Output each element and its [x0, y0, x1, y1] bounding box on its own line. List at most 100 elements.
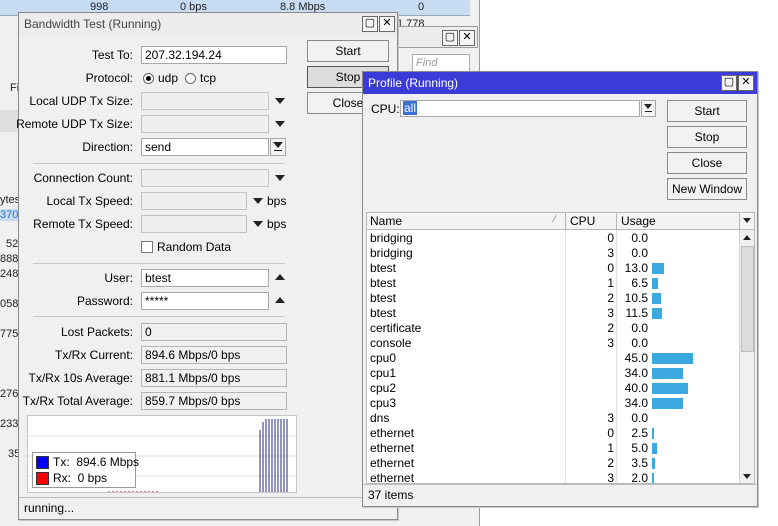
password-label: Password:	[76, 294, 133, 308]
table-scrollbar[interactable]	[739, 230, 754, 483]
user-input[interactable]: btest	[141, 269, 269, 287]
tx-rx-10s-avg-value: 881.1 Mbps/0 bps	[141, 369, 287, 387]
table-header: Name ⁄ CPU Usage	[367, 213, 739, 230]
cell-cpu: 3	[607, 471, 614, 484]
table-row[interactable]: btest 3 11.5	[367, 306, 739, 321]
bandwidth-graph: Tx: 894.6 Mbps Rx: 0 bps	[27, 415, 297, 493]
new-window-button[interactable]: New Window	[667, 178, 747, 200]
protocol-tcp-radio[interactable]	[185, 73, 196, 84]
scroll-up-icon[interactable]	[743, 235, 751, 240]
cell-usage: 13.0	[624, 261, 648, 275]
cell-usage: 0.0	[631, 246, 648, 260]
table-row[interactable]: bridging 3 0.0	[367, 246, 739, 261]
remote-tx-speed-label: Remote Tx Speed:	[33, 217, 133, 231]
cpu-select[interactable]: all	[400, 100, 640, 117]
cell-name: dns	[370, 411, 390, 425]
local-tx-speed-dropdown-icon[interactable]	[253, 198, 263, 204]
table-row[interactable]: cpu0 45.0	[367, 351, 739, 366]
column-divider[interactable]	[565, 213, 566, 229]
column-header-usage[interactable]: Usage	[618, 214, 656, 228]
connection-count-input[interactable]	[141, 169, 269, 187]
remote-tx-speed-dropdown-icon[interactable]	[253, 221, 263, 227]
usage-bar	[652, 383, 688, 394]
table-row[interactable]: dns 3 0.0	[367, 411, 739, 426]
bg-find-input[interactable]: Find	[412, 54, 470, 72]
cell-cpu: 3	[607, 246, 614, 260]
table-row[interactable]: cpu1 34.0	[367, 366, 739, 381]
table-row[interactable]: ethernet 3 2.0	[367, 471, 739, 484]
local-tx-speed-input[interactable]	[141, 192, 247, 210]
table-row[interactable]: btest 1 6.5	[367, 276, 739, 291]
column-header-cpu[interactable]: CPU	[567, 214, 595, 228]
table-row[interactable]: btest 0 13.0	[367, 261, 739, 276]
close-window-button[interactable]: ✕	[379, 16, 395, 32]
bandwidth-test-titlebar[interactable]: Bandwidth Test (Running) ▢ ✕	[19, 13, 397, 35]
protocol-udp-radio[interactable]	[143, 73, 154, 84]
table-row[interactable]: console 3 0.0	[367, 336, 739, 351]
lost-packets-label: Lost Packets:	[60, 325, 133, 339]
cell-name: ethernet	[370, 426, 415, 440]
direction-select[interactable]: send	[141, 138, 269, 156]
rx-legend-swatch	[36, 472, 49, 485]
local-udp-dropdown-icon[interactable]	[275, 98, 285, 104]
scrollbar-thumb[interactable]	[741, 246, 754, 352]
remote-udp-dropdown-icon[interactable]	[275, 121, 285, 127]
scroll-down-icon[interactable]	[743, 474, 751, 479]
usage-bar	[652, 428, 654, 439]
cell-cpu: 2	[607, 456, 614, 470]
cell-usage: 5.0	[631, 441, 648, 455]
table-row[interactable]: certificate 2 0.0	[367, 321, 739, 336]
random-data-checkbox[interactable]	[141, 241, 153, 253]
profile-titlebar[interactable]: Profile (Running) ▢ ✕	[363, 72, 757, 94]
cell-cpu: 1	[607, 276, 614, 290]
column-divider[interactable]	[616, 213, 617, 229]
remote-udp-input[interactable]	[141, 115, 269, 133]
cell-cpu: 0	[607, 261, 614, 275]
local-udp-label: Local UDP Tx Size:	[29, 94, 133, 108]
cell-usage: 40.0	[624, 381, 648, 395]
table-row[interactable]: cpu2 40.0	[367, 381, 739, 396]
table-body: bridging 0 0.0 bridging 3 0.0 btest 0 13.0 btest 1…	[367, 231, 739, 484]
start-button[interactable]: Start	[307, 40, 389, 62]
profile-start-button[interactable]: Start	[667, 100, 747, 122]
column-header-name[interactable]: Name	[367, 214, 402, 228]
status-bar: running...	[19, 497, 397, 519]
cell-usage: 2.0	[631, 471, 648, 484]
chevron-down-icon	[273, 142, 283, 148]
cpu-dropdown-button[interactable]	[641, 100, 656, 117]
connection-count-dropdown-icon[interactable]	[275, 175, 285, 181]
table-row[interactable]: btest 2 10.5	[367, 291, 739, 306]
cell-usage: 11.5	[625, 306, 648, 320]
column-menu-button[interactable]	[739, 213, 754, 230]
close-window-button[interactable]: ✕	[738, 75, 754, 91]
local-tx-speed-label: Local Tx Speed:	[46, 194, 133, 208]
usage-bar	[652, 263, 664, 274]
table-row[interactable]: ethernet 0 2.5	[367, 426, 739, 441]
maximize-button[interactable]: ▢	[362, 16, 378, 32]
password-collapse-icon[interactable]	[275, 297, 285, 303]
table-row[interactable]: cpu3 34.0	[367, 396, 739, 411]
table-row[interactable]: bridging 0 0.0	[367, 231, 739, 246]
bg-close-button[interactable]: ✕	[459, 30, 475, 46]
table-row[interactable]: ethernet 1 5.0	[367, 441, 739, 456]
separator	[33, 263, 285, 264]
cell-name: btest	[370, 306, 397, 320]
maximize-button[interactable]: ▢	[721, 75, 737, 91]
cell-cpu: 2	[607, 321, 614, 335]
bg-maximize-button[interactable]: ▢	[442, 30, 458, 46]
user-collapse-icon[interactable]	[275, 274, 285, 280]
test-to-input[interactable]: 207.32.194.24	[141, 46, 287, 64]
remote-tx-speed-input[interactable]	[141, 215, 247, 233]
window-title: Bandwidth Test (Running)	[24, 17, 162, 31]
profile-close-button[interactable]: Close	[667, 152, 747, 174]
local-udp-input[interactable]	[141, 92, 269, 110]
table-row[interactable]: ethernet 2 3.5	[367, 456, 739, 471]
cell-cpu: 0	[607, 231, 614, 245]
cell-name: ethernet	[370, 456, 415, 470]
sort-icon: ⁄	[554, 214, 556, 225]
direction-dropdown-button[interactable]	[270, 138, 286, 156]
cell-name: certificate	[370, 321, 422, 335]
cell-cpu: 2	[607, 291, 614, 305]
profile-stop-button[interactable]: Stop	[667, 126, 747, 148]
password-input[interactable]: *****	[141, 292, 269, 310]
